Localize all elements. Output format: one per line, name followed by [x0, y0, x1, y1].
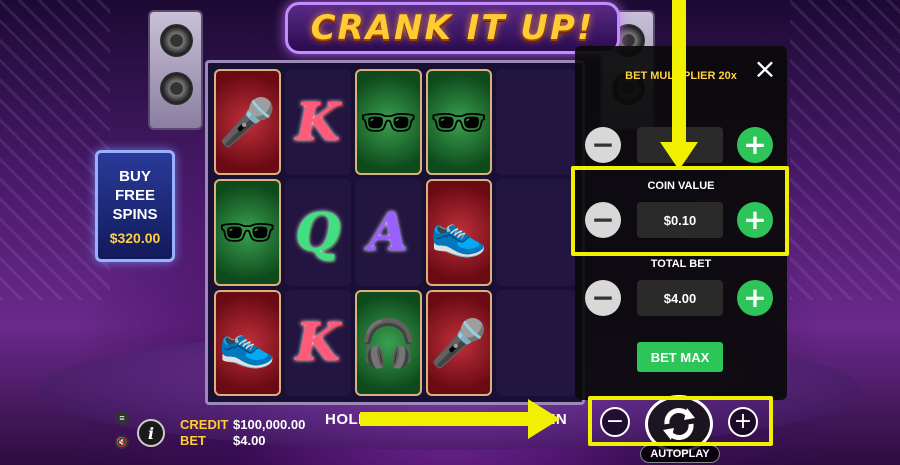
glasses-icon: 🕶 [359, 96, 418, 149]
total-bet-label: TOTAL BET [650, 258, 712, 270]
annotation-arrow-right-head [528, 399, 560, 439]
credit-value: $100,000.00 [233, 417, 306, 432]
letter-k: K [295, 91, 341, 153]
autoplay-button[interactable]: AUTOPLAY [640, 445, 720, 463]
total-bet-minus-button[interactable]: − [585, 280, 621, 316]
bet-multiplier-minus-button[interactable]: − [585, 127, 621, 163]
total-bet-plus-button[interactable]: + [737, 280, 773, 316]
glasses-icon: 🕶 [429, 96, 488, 149]
bet-label: BET [180, 433, 206, 448]
bet-multiplier-plus-button[interactable]: + [737, 127, 773, 163]
menu-icon[interactable]: ≡ [115, 411, 129, 425]
info-icon[interactable]: i [137, 419, 165, 447]
symbol-headphones: 🎧 [355, 289, 422, 396]
stage-truss-right [790, 0, 900, 300]
annotation-arrow-down [672, 0, 686, 145]
sneakers-icon: 👟 [218, 316, 276, 369]
coin-value-row: − $0.10 + [575, 199, 787, 239]
symbol-sneakers: 👟 [214, 289, 281, 396]
game-title: CRANK IT UP! [310, 8, 595, 48]
symbol-glasses: 🕶 [425, 69, 492, 176]
sneakers-icon: 👟 [430, 206, 488, 259]
buy-free-spins-label-1: BUY [119, 167, 151, 185]
speaker-left [148, 10, 203, 130]
glasses-icon: 🕶 [218, 206, 277, 259]
game-logo: CRANK IT UP! [285, 2, 620, 54]
bet-increase-button[interactable]: + [728, 407, 758, 437]
coin-value-display: $0.10 [637, 202, 723, 238]
total-bet-display: $4.00 [637, 280, 723, 316]
symbol-k: K [284, 289, 351, 396]
buy-free-spins-price: $320.00 [109, 229, 161, 246]
reel-overflow [496, 289, 576, 396]
bet-value: $4.00 [233, 433, 266, 448]
microphone-icon: 🎤 [430, 316, 488, 369]
reel-overflow [496, 69, 576, 176]
symbol-microphone: 🎤 [214, 69, 281, 176]
sound-icon[interactable]: 🔇 [115, 435, 129, 449]
symbol-a: A [355, 179, 422, 286]
buy-free-spins-button[interactable]: BUY FREE SPINS $320.00 [95, 150, 175, 262]
symbol-glasses: 🕶 [355, 69, 422, 176]
annotation-arrow-down-head [660, 142, 698, 170]
credit-label: CREDIT [180, 417, 229, 432]
coin-value-label: COIN VALUE [647, 180, 715, 192]
buy-free-spins-label-2: FREE [114, 186, 155, 204]
headphones-icon: 🎧 [359, 316, 417, 369]
bet-decrease-button[interactable]: − [600, 407, 630, 437]
symbol-q: Q [284, 179, 351, 286]
reel-grid: 🎤 K 🕶 🕶 🕶 Q A 👟 👟 K 🎧 🎤 [205, 60, 585, 405]
symbol-glasses: 🕶 [214, 179, 281, 286]
coin-value-plus-button[interactable]: + [737, 202, 773, 238]
letter-q: Q [295, 201, 341, 263]
microphone-icon: 🎤 [218, 96, 276, 149]
symbol-k: K [284, 69, 351, 176]
buy-free-spins-label-3: SPINS [112, 205, 158, 223]
symbol-microphone: 🎤 [425, 289, 492, 396]
symbol-sneakers: 👟 [425, 179, 492, 286]
spin-icon [663, 408, 695, 440]
bet-max-button[interactable]: BET MAX [637, 342, 723, 372]
close-icon[interactable]: × [753, 55, 777, 83]
letter-k: K [295, 312, 341, 374]
coin-value-minus-button[interactable]: − [585, 202, 621, 238]
annotation-arrow-right [360, 412, 530, 426]
reel-overflow [496, 179, 576, 286]
total-bet-row: − $4.00 + [575, 277, 787, 317]
letter-a: A [368, 201, 409, 263]
stage-truss-left [0, 0, 110, 300]
